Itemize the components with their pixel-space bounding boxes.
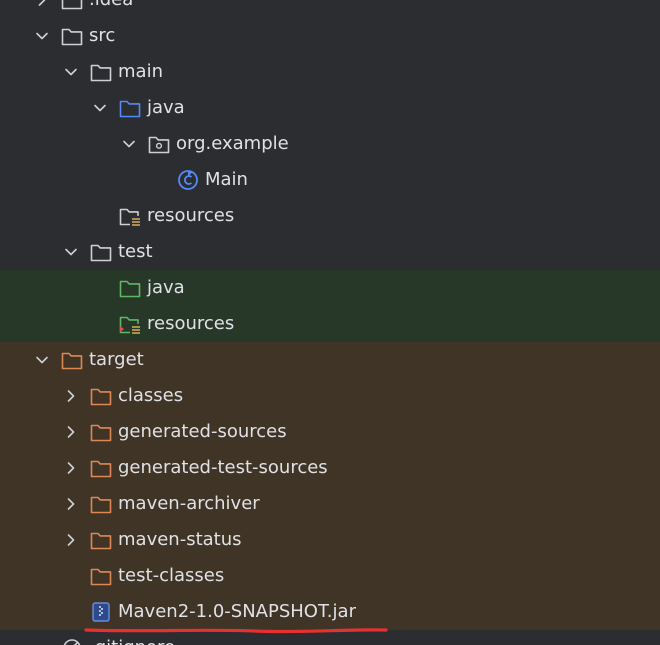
resources-folder-icon [118,205,142,227]
tree-row-java-main[interactable]: java [0,90,660,126]
java-class-icon [176,169,200,191]
tree-item-label: generated-test-sources [118,457,328,478]
tree-item-label: maven-status [118,529,242,550]
folder-icon [89,241,113,263]
source-folder-icon [118,97,142,119]
package-icon [147,133,171,155]
tree-item-label: main [118,61,163,82]
excluded-folder-icon [89,493,113,515]
chevron-down-icon[interactable] [119,126,139,162]
tree-row-generated-test-sources[interactable]: generated-test-sources [0,450,660,486]
excluded-folder-icon [60,349,84,371]
tree-row-classes[interactable]: classes [0,378,660,414]
tree-row-main[interactable]: main [0,54,660,90]
tree-item-label: target [89,349,144,370]
tree-row-main-class[interactable]: Main [0,162,660,198]
tree-item-label: java [147,277,185,298]
folder-icon [60,0,84,11]
folder-icon [60,25,84,47]
ignore-file-icon [60,637,84,645]
tree-item-label: Maven2-1.0-SNAPSHOT.jar [118,601,356,622]
chevron-right-icon[interactable] [61,522,81,558]
tree-row-idea[interactable]: .idea [0,0,660,18]
excluded-folder-icon [89,457,113,479]
chevron-down-icon[interactable] [61,234,81,270]
excluded-folder-icon [89,385,113,407]
tree-item-label: generated-sources [118,421,287,442]
chevron-down-icon[interactable] [32,342,52,378]
tree-row-java-test[interactable]: java [0,270,660,306]
tree-item-label: org.example [176,133,289,154]
chevron-right-icon[interactable] [61,486,81,522]
tree-row-maven-status[interactable]: maven-status [0,522,660,558]
tree-row-org-example[interactable]: org.example [0,126,660,162]
test-source-folder-icon [118,277,142,299]
chevron-right-icon[interactable] [32,0,52,18]
tree-row-src[interactable]: src [0,18,660,54]
project-tree: .idea srcmain java org.example Main resources… [0,0,660,645]
tree-item-label: .idea [89,0,133,11]
tree-row-test-classes[interactable]: test-classes [0,558,660,594]
tree-row-test[interactable]: test [0,234,660,270]
excluded-folder-icon [89,565,113,587]
tree-row-gitignore[interactable]: .gitignore [0,630,660,645]
chevron-down-icon[interactable] [90,90,110,126]
tree-row-generated-sources[interactable]: generated-sources [0,414,660,450]
tree-row-maven-archiver[interactable]: maven-archiver [0,486,660,522]
excluded-folder-icon [89,529,113,551]
tree-item-label: maven-archiver [118,493,260,514]
excluded-folder-icon [89,421,113,443]
jar-file-icon [89,601,113,623]
test-resources-folder-icon [118,313,142,335]
tree-item-label: java [147,97,185,118]
tree-row-target[interactable]: target [0,342,660,378]
tree-item-label: test-classes [118,565,225,586]
tree-item-label: resources [147,313,235,334]
chevron-right-icon[interactable] [61,378,81,414]
tree-row-jar[interactable]: Maven2-1.0-SNAPSHOT.jar [0,594,660,630]
tree-row-resources-test[interactable]: resources [0,306,660,342]
chevron-right-icon[interactable] [61,414,81,450]
chevron-down-icon[interactable] [61,54,81,90]
chevron-down-icon[interactable] [32,18,52,54]
tree-row-resources-main[interactable]: resources [0,198,660,234]
tree-item-label: src [89,25,116,46]
tree-item-label: resources [147,205,235,226]
folder-icon [89,61,113,83]
tree-item-label: .gitignore [89,637,175,645]
chevron-right-icon[interactable] [61,450,81,486]
tree-item-label: Main [205,169,248,190]
tree-item-label: classes [118,385,184,406]
tree-item-label: test [118,241,153,262]
